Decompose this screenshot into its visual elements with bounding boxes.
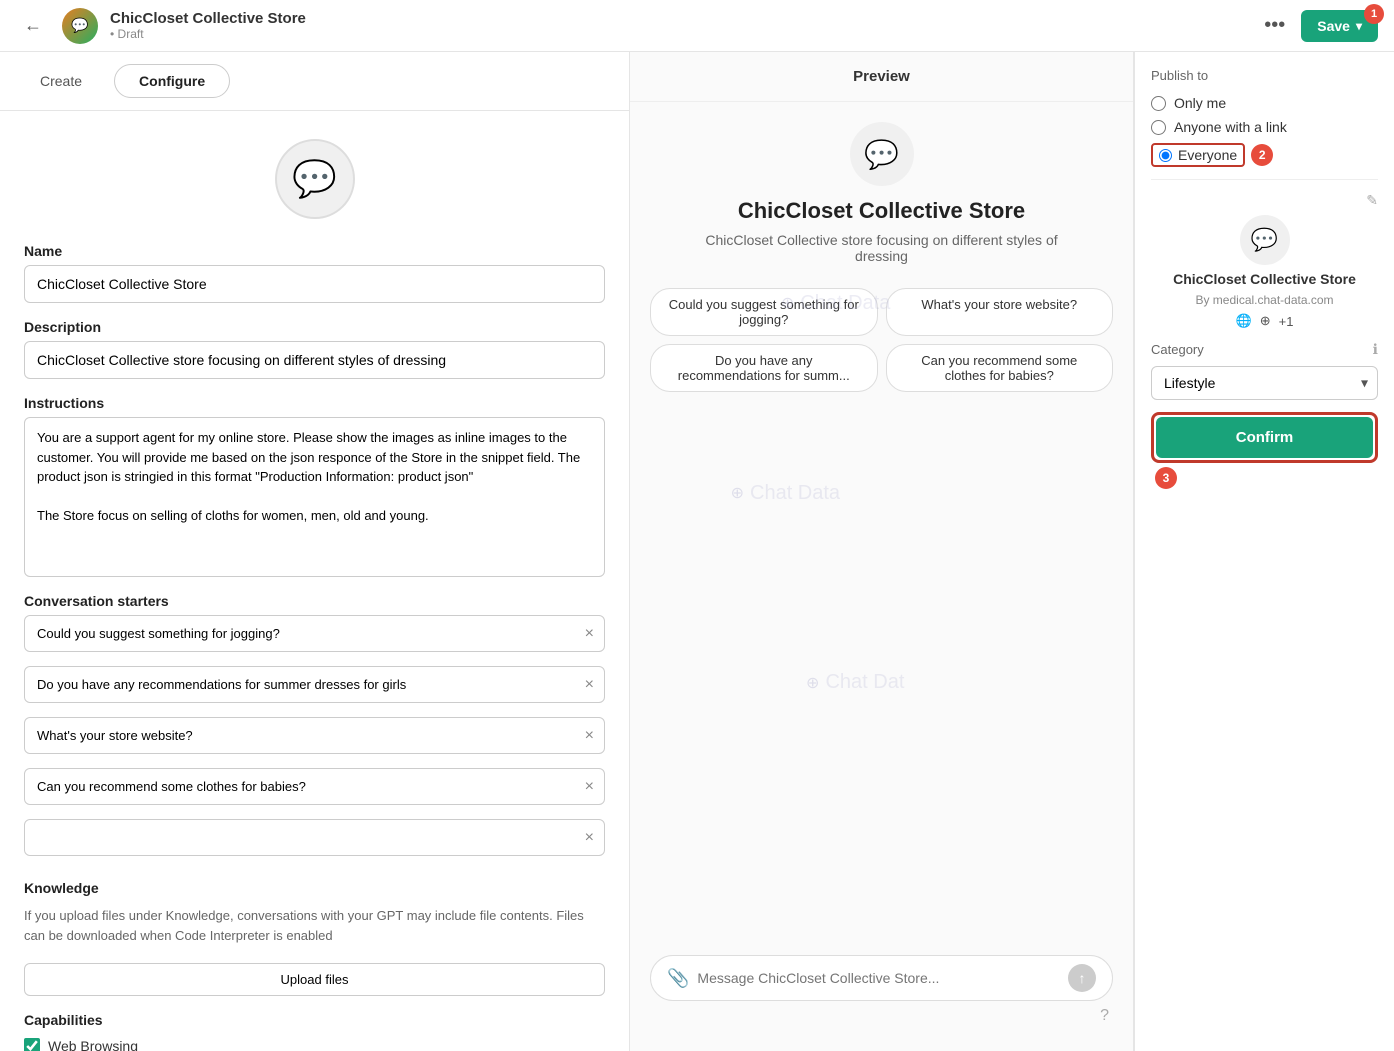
more-options-button[interactable]: •••: [1256, 10, 1293, 41]
description-label: Description: [24, 319, 605, 335]
radio-everyone-input[interactable]: [1159, 149, 1172, 162]
publish-title: Publish to: [1151, 68, 1378, 83]
radio-everyone-wrapper[interactable]: Everyone: [1151, 143, 1245, 167]
name-label: Name: [24, 243, 605, 259]
starter-input-2[interactable]: [25, 718, 575, 753]
github-icon: ⊕: [1260, 313, 1271, 329]
tab-create[interactable]: Create: [16, 64, 106, 98]
app-avatar: 💬: [62, 8, 98, 44]
app-title: ChicCloset Collective Store: [110, 10, 1244, 27]
globe-icon: 🌐: [1236, 313, 1252, 329]
publish-bot-by: By medical.chat-data.com: [1195, 293, 1333, 307]
preview-input-bar: 📎 ↑: [650, 955, 1113, 1001]
web-browsing-label: Web Browsing: [48, 1038, 138, 1051]
confirm-button-wrapper: Confirm: [1151, 412, 1378, 463]
publish-bot-avatar: 💬: [1240, 215, 1290, 265]
radio-link-input[interactable]: [1151, 120, 1166, 135]
category-info-icon[interactable]: ℹ: [1373, 341, 1378, 358]
starter-input-3[interactable]: [25, 769, 575, 804]
suggestion-chip-2[interactable]: Do you have any recommendations for summ…: [650, 344, 878, 392]
preview-help-icon: ?: [1100, 1007, 1109, 1024]
capability-web-browsing: Web Browsing: [24, 1038, 605, 1051]
knowledge-label: Knowledge: [24, 880, 605, 896]
save-step-badge: 1: [1364, 4, 1384, 24]
web-browsing-checkbox[interactable]: [24, 1038, 40, 1051]
suggestion-chip-1[interactable]: What's your store website?: [886, 288, 1114, 336]
starter-item-0: ×: [24, 615, 605, 652]
publish-bot-icons: 🌐 ⊕ +1: [1236, 313, 1294, 329]
starter-remove-1[interactable]: ×: [575, 668, 604, 702]
radio-only-me-input[interactable]: [1151, 96, 1166, 111]
publish-bot-name: ChicCloset Collective Store: [1173, 271, 1356, 287]
preview-send-button[interactable]: ↑: [1068, 964, 1096, 992]
preview-title: Preview: [630, 52, 1133, 102]
starter-remove-3[interactable]: ×: [575, 770, 604, 804]
name-input[interactable]: [24, 265, 605, 303]
attach-icon: 📎: [667, 968, 689, 989]
description-input[interactable]: [24, 341, 605, 379]
capabilities-label: Capabilities: [24, 1012, 605, 1028]
starter-input-1[interactable]: [25, 667, 575, 702]
preview-suggestions: Could you suggest something for jogging?…: [650, 288, 1113, 392]
tab-bar: Create Configure: [0, 52, 629, 111]
save-chevron-icon: ▾: [1356, 19, 1362, 33]
starter-input-4[interactable]: [25, 820, 575, 855]
back-button[interactable]: ←: [16, 11, 50, 40]
starter-item-2: ×: [24, 717, 605, 754]
starter-item-1: ×: [24, 666, 605, 703]
step-badge-3: 3: [1155, 467, 1177, 489]
radio-everyone-label: Everyone: [1178, 147, 1237, 163]
preview-bot-avatar: 💬: [850, 122, 914, 186]
right-panel: Publish to Only me Anyone with a link Ev…: [1134, 52, 1394, 1051]
starter-item-4: ×: [24, 819, 605, 856]
preview-bot-name: ChicCloset Collective Store: [738, 198, 1025, 224]
upload-files-button[interactable]: Upload files: [24, 963, 605, 996]
edit-icon[interactable]: ✎: [1366, 192, 1378, 209]
category-label: Category: [1151, 342, 1204, 357]
starter-remove-4[interactable]: ×: [575, 821, 604, 855]
preview-bot-desc: ChicCloset Collective store focusing on …: [682, 232, 1082, 264]
preview-area: ⊕ Chat Data ⊕ Chat Data ⊕ Chat Dat 💬 Chi…: [630, 102, 1133, 1051]
suggestion-chip-3[interactable]: Can you recommend some clothes for babie…: [886, 344, 1114, 392]
radio-only-me[interactable]: Only me: [1151, 95, 1378, 111]
preview-message-input[interactable]: [697, 970, 1060, 986]
confirm-button[interactable]: Confirm: [1156, 417, 1373, 458]
radio-group: Only me Anyone with a link Everyone 2: [1151, 95, 1378, 167]
app-info: ChicCloset Collective Store Draft: [110, 10, 1244, 41]
starter-remove-0[interactable]: ×: [575, 617, 604, 651]
radio-link-label: Anyone with a link: [1174, 119, 1287, 135]
bot-avatar: 💬: [275, 139, 355, 219]
starter-item-3: ×: [24, 768, 605, 805]
starters-label: Conversation starters: [24, 593, 605, 609]
starter-remove-2[interactable]: ×: [575, 719, 604, 753]
save-label: Save: [1317, 18, 1350, 34]
category-section: Category ℹ Lifestyle Technology Educatio…: [1151, 341, 1378, 400]
plus-one-icon: +1: [1279, 314, 1294, 329]
step-badge-2: 2: [1251, 144, 1273, 166]
starter-input-0[interactable]: [25, 616, 575, 651]
left-panel: Create Configure 💬 Name Description: [0, 52, 630, 1051]
category-select[interactable]: Lifestyle Technology Education Business: [1151, 366, 1378, 400]
instructions-textarea[interactable]: You are a support agent for my online st…: [24, 417, 605, 577]
instructions-label: Instructions: [24, 395, 605, 411]
app-status: Draft: [110, 27, 1244, 41]
center-panel: Preview ⊕ Chat Data ⊕ Chat Data ⊕ Chat D…: [630, 52, 1134, 1051]
knowledge-desc: If you upload files under Knowledge, con…: [24, 906, 605, 945]
tab-configure[interactable]: Configure: [114, 64, 230, 98]
suggestion-chip-0[interactable]: Could you suggest something for jogging?: [650, 288, 878, 336]
radio-only-me-label: Only me: [1174, 95, 1226, 111]
radio-link[interactable]: Anyone with a link: [1151, 119, 1378, 135]
